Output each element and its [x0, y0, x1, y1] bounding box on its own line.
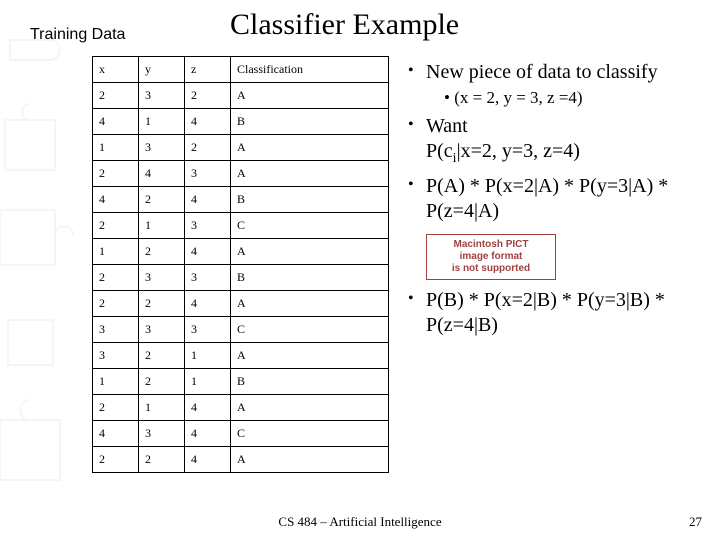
table-row: 224A	[93, 291, 389, 317]
col-header-y: y	[139, 57, 185, 83]
bullet-pa: P(A) * P(x=2|A) * P(y=3|A) * P(z=4|A)	[408, 174, 708, 224]
table-cell: A	[231, 83, 389, 109]
bullet-area: New piece of data to classify (x = 2, y …	[408, 60, 708, 344]
table-cell: 2	[185, 135, 231, 161]
table-cell: 1	[185, 343, 231, 369]
table-cell: 2	[139, 447, 185, 473]
table-cell: A	[231, 135, 389, 161]
table-cell: C	[231, 421, 389, 447]
table-cell: 2	[93, 213, 139, 239]
table-cell: 3	[93, 343, 139, 369]
table-cell: 2	[93, 395, 139, 421]
bullet-pa-text: P(A) * P(x=2|A) * P(y=3|A) * P(z=4|A)	[426, 175, 668, 222]
table-row: 224A	[93, 447, 389, 473]
bullet-pb: P(B) * P(x=2|B) * P(y=3|B) * P(z=4|B)	[408, 288, 708, 338]
table-row: 214A	[93, 395, 389, 421]
table-cell: 2	[93, 291, 139, 317]
table-header-row: x y z Classification	[93, 57, 389, 83]
table-cell: 4	[185, 109, 231, 135]
table-cell: 1	[139, 213, 185, 239]
slide-number: 27	[689, 514, 702, 530]
table-cell: 3	[139, 83, 185, 109]
table-cell: 3	[185, 213, 231, 239]
table-row: 434C	[93, 421, 389, 447]
table-cell: 3	[139, 317, 185, 343]
table-cell: 3	[93, 317, 139, 343]
table-cell: B	[231, 369, 389, 395]
table-cell: 3	[185, 161, 231, 187]
bullet-text: New piece of data to classify	[426, 61, 658, 83]
table-cell: 1	[93, 369, 139, 395]
table-row: 414B	[93, 109, 389, 135]
bullet-want: Want P(ci|x=2, y=3, z=4)	[408, 114, 708, 168]
table-cell: 2	[139, 369, 185, 395]
table-cell: 4	[185, 447, 231, 473]
table-cell: 2	[93, 447, 139, 473]
table-row: 333C	[93, 317, 389, 343]
section-label: Training Data	[30, 26, 125, 44]
table-cell: 1	[185, 369, 231, 395]
table-cell: 3	[139, 265, 185, 291]
table-cell: 2	[139, 187, 185, 213]
table-cell: 2	[93, 265, 139, 291]
table-cell: 4	[93, 187, 139, 213]
table-cell: A	[231, 239, 389, 265]
table-cell: 1	[93, 135, 139, 161]
table-row: 243A	[93, 161, 389, 187]
table-cell: B	[231, 265, 389, 291]
table-cell: 1	[93, 239, 139, 265]
footer-text: CS 484 – Artificial Intelligence	[0, 514, 720, 530]
table-cell: 4	[185, 395, 231, 421]
table-cell: 2	[93, 161, 139, 187]
table-cell: A	[231, 161, 389, 187]
table-cell: 2	[139, 343, 185, 369]
table-cell: 3	[139, 135, 185, 161]
table-cell: C	[231, 213, 389, 239]
table-cell: 1	[139, 109, 185, 135]
sub-bullet-xyz: (x = 2, y = 3, z =4)	[426, 87, 708, 108]
table-row: 232A	[93, 83, 389, 109]
table-cell: 4	[185, 187, 231, 213]
table-cell: A	[231, 447, 389, 473]
table-cell: 4	[185, 239, 231, 265]
col-header-classification: Classification	[231, 57, 389, 83]
table-cell: 3	[185, 265, 231, 291]
table-cell: B	[231, 109, 389, 135]
table-cell: A	[231, 343, 389, 369]
table-cell: 3	[139, 421, 185, 447]
table-cell: A	[231, 291, 389, 317]
table-cell: 2	[139, 291, 185, 317]
col-header-z: z	[185, 57, 231, 83]
bullet-new-data: New piece of data to classify (x = 2, y …	[408, 60, 708, 108]
bullet-want-line1: Want	[426, 115, 468, 137]
training-data-table: x y z Classification 232A414B132A243A424…	[92, 56, 388, 473]
table-cell: 4	[139, 161, 185, 187]
table-row: 132A	[93, 135, 389, 161]
table-cell: 2	[185, 83, 231, 109]
table-cell: 4	[93, 421, 139, 447]
table-row: 233B	[93, 265, 389, 291]
table-row: 424B	[93, 187, 389, 213]
table-row: 213C	[93, 213, 389, 239]
table-cell: 4	[93, 109, 139, 135]
table-cell: C	[231, 317, 389, 343]
col-header-x: x	[93, 57, 139, 83]
slide-title: Classifier Example	[230, 8, 459, 42]
bullet-pb-text: P(B) * P(x=2|B) * P(y=3|B) * P(z=4|B)	[426, 289, 665, 336]
bullet-want-line2: P(ci|x=2, y=3, z=4)	[426, 140, 580, 162]
table-cell: 4	[185, 291, 231, 317]
table-cell: 4	[185, 421, 231, 447]
table-cell: 2	[93, 83, 139, 109]
table-cell: B	[231, 187, 389, 213]
table-cell: A	[231, 395, 389, 421]
table-row: 121B	[93, 369, 389, 395]
table-row: 321A	[93, 343, 389, 369]
table-cell: 3	[185, 317, 231, 343]
table-cell: 1	[139, 395, 185, 421]
pict-placeholder: Macintosh PICT image format is not suppo…	[426, 234, 556, 280]
table-row: 124A	[93, 239, 389, 265]
table-cell: 2	[139, 239, 185, 265]
